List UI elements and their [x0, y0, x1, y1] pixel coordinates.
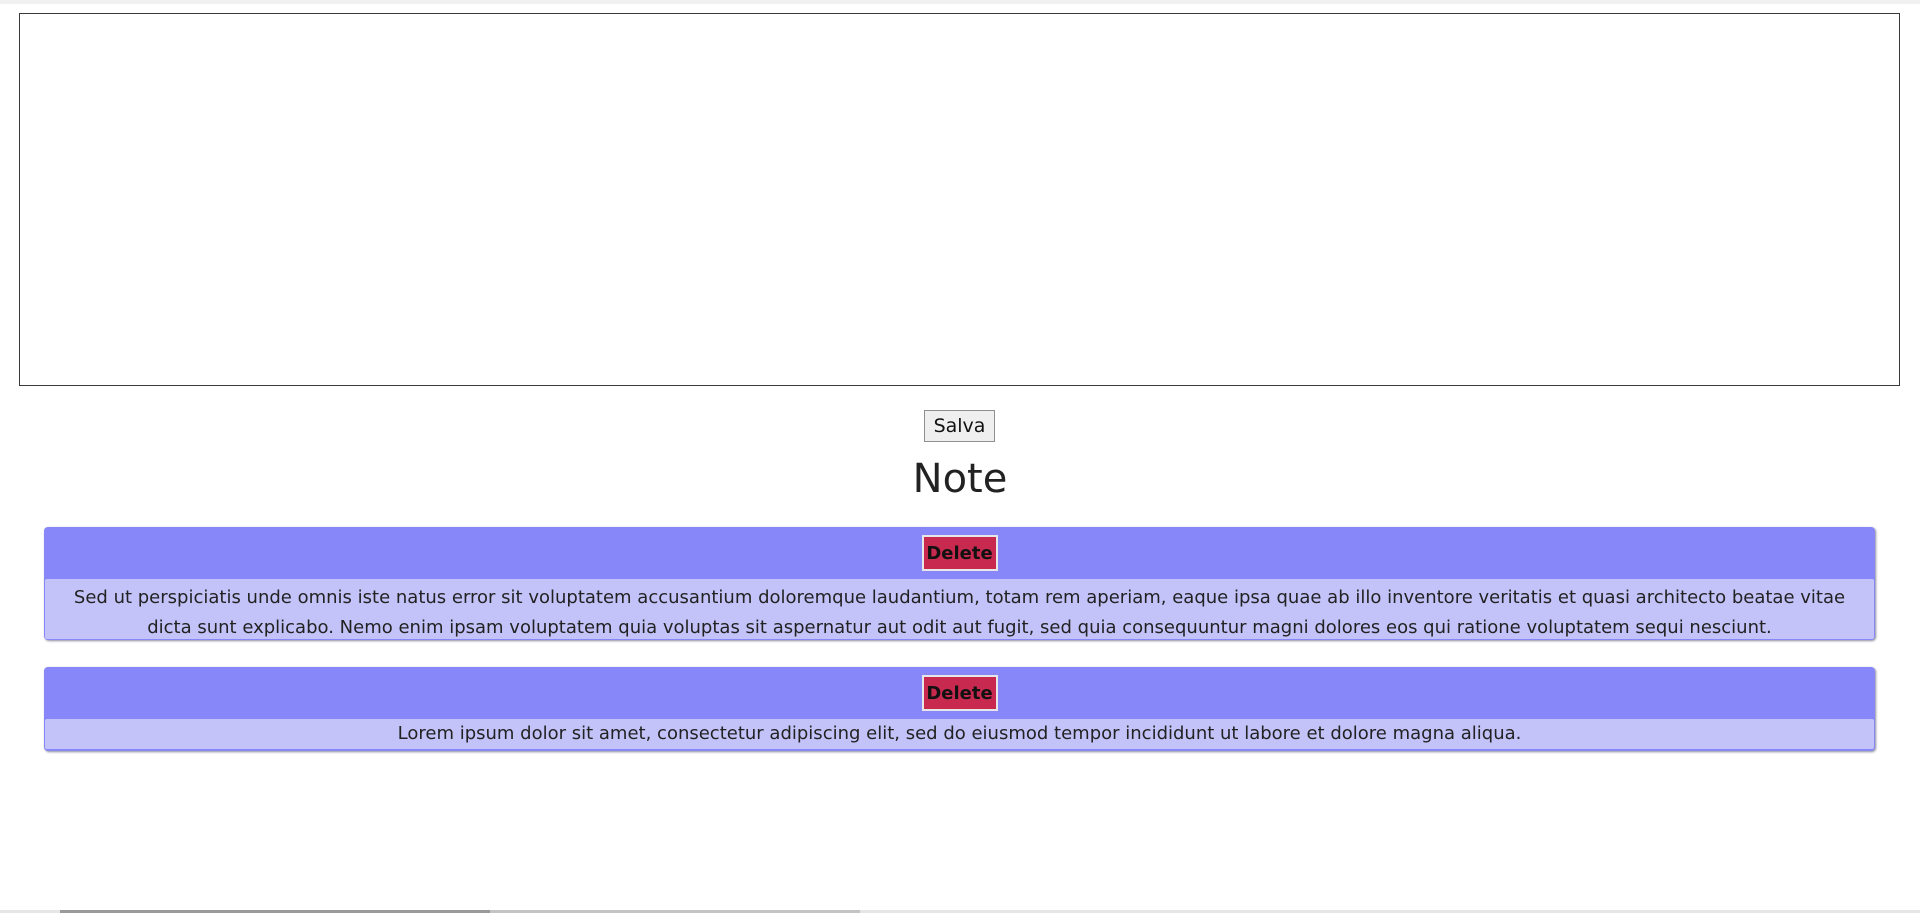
note-header: Delete [44, 527, 1875, 579]
note-text: Lorem ipsum dolor sit amet, consectetur … [45, 719, 1874, 749]
note-text: Sed ut perspiciatis unde omnis iste natu… [45, 579, 1874, 639]
top-divider [0, 0, 1920, 4]
save-button[interactable]: Salva [924, 410, 995, 442]
page: Salva Note Delete Sed ut perspiciatis un… [0, 0, 1920, 913]
delete-button[interactable]: Delete [921, 675, 998, 711]
note-card: Delete Lorem ipsum dolor sit amet, conse… [44, 667, 1875, 751]
note-header: Delete [44, 667, 1875, 719]
note-textarea[interactable] [19, 13, 1900, 386]
note-card: Delete Sed ut perspiciatis unde omnis is… [44, 527, 1875, 640]
delete-button[interactable]: Delete [921, 535, 998, 571]
notes-title: Note [912, 456, 1008, 502]
